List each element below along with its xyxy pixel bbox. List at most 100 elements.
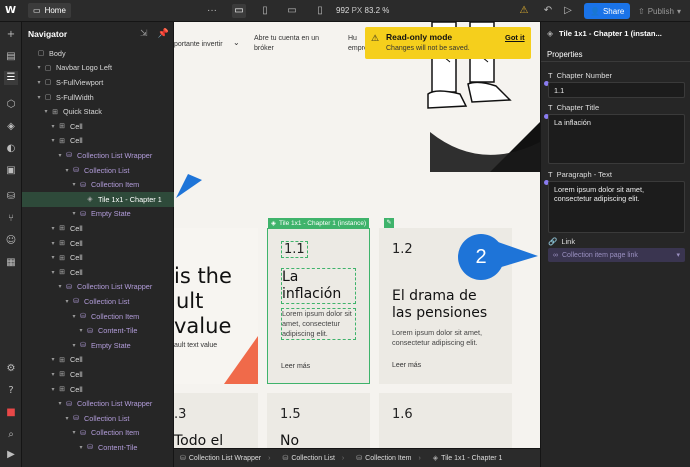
chapter-number-field[interactable]: 1.1 (548, 82, 685, 98)
chapter-tile-1-5[interactable]: 1.5 No (267, 393, 370, 448)
toast-dismiss-link[interactable]: Got it (505, 33, 525, 42)
apps-icon[interactable]: ▦ (4, 256, 18, 270)
chevron-down-icon[interactable]: ▾ (77, 444, 85, 451)
chevron-down-icon[interactable]: ▾ (49, 137, 57, 144)
navigator-item[interactable]: ▾ ⊞ Cell (22, 367, 174, 382)
video-icon[interactable]: ▶ (4, 448, 18, 462)
chevron-down-icon[interactable]: ▾ (56, 283, 64, 290)
warning-icon[interactable]: ⚠ (517, 4, 531, 18)
navigator-item[interactable]: ▾ ⛁ Collection List (22, 163, 174, 178)
chevron-down-icon[interactable]: ▾ (49, 225, 57, 232)
navigator-item[interactable]: ▾ ⊞ Quick Stack (22, 104, 174, 119)
preview-play-icon[interactable]: ▷ (561, 4, 575, 18)
breadcrumb-item[interactable]: ⛁ Collection Item › (350, 454, 427, 463)
navigator-item[interactable]: ▾ ⊞ Cell (22, 236, 174, 251)
navigator-item[interactable]: ▾ ⛁ Collection List (22, 294, 174, 309)
publish-button[interactable]: ⇧ Publish ▾ (633, 3, 686, 19)
read-more-link[interactable]: Leer más (281, 363, 310, 370)
chevron-down-icon[interactable]: ▾ (70, 181, 78, 188)
help-icon[interactable]: ? (4, 384, 18, 398)
chevron-down-icon[interactable]: ▾ (49, 254, 57, 261)
chapter-tile-1-1[interactable]: 1.1 La inflación Lorem ipsum dolor sit a… (267, 228, 370, 384)
nav-link-broker[interactable]: Abre tu cuenta en un bróker (254, 34, 319, 54)
navigator-item[interactable]: ▾ ⛁ Collection List Wrapper (22, 148, 174, 163)
components-icon[interactable]: ⬡ (4, 98, 18, 112)
chevron-down-icon[interactable]: ▾ (35, 64, 43, 71)
navigator-item[interactable]: ▾ ⛁ Collection Item (22, 177, 174, 192)
chapter-tile-1-3[interactable]: .3 Todo el (174, 393, 258, 448)
styles-icon[interactable]: ◈ (4, 120, 18, 134)
navigator-item[interactable]: ▾ ⊞ Cell (22, 134, 174, 149)
chevron-down-icon[interactable]: ▾ (42, 108, 50, 115)
chevron-down-icon[interactable]: ▾ (56, 400, 64, 407)
chevron-down-icon[interactable]: ▾ (49, 386, 57, 393)
mobile-portrait-breakpoint-icon[interactable]: ▯ (313, 4, 327, 18)
collapse-all-icon[interactable]: ⇲ (140, 28, 148, 38)
chevron-down-icon[interactable]: ▾ (49, 240, 57, 247)
chevron-down-icon[interactable]: ▾ (63, 298, 71, 305)
search-icon[interactable]: ⌕ (4, 428, 18, 442)
nav-link-invest[interactable]: portante invertir (174, 40, 223, 50)
paragraph-field[interactable]: Lorem ipsum dolor sit amet, consectetur … (548, 181, 685, 233)
cms-icon[interactable]: ⛁ (4, 190, 18, 204)
read-more-link[interactable]: Leer más (392, 362, 421, 369)
chevron-down-icon[interactable]: ▾ (63, 415, 71, 422)
navigator-item[interactable]: ▾ ⛁ Collection List Wrapper (22, 280, 174, 295)
tab-properties[interactable]: Properties (547, 50, 583, 59)
navigator-item[interactable]: ▾ ⊞ Cell (22, 265, 174, 280)
navigator-item[interactable]: ▾ ⊞ Cell (22, 119, 174, 134)
breadcrumb-item[interactable]: ◈ Tile 1x1 - Chapter 1 (427, 454, 509, 463)
navigator-item[interactable]: ▾ ⊞ Cell (22, 382, 174, 397)
navigator-icon[interactable]: ☰ (4, 71, 18, 85)
logic-icon[interactable]: ⑂ (4, 212, 18, 226)
chevron-down-icon[interactable]: ▾ (63, 167, 71, 174)
assets-icon[interactable]: ▣ (4, 164, 18, 178)
add-elements-icon[interactable]: + (4, 28, 18, 42)
navigator-item[interactable]: ▾ ⛁ Collection Item (22, 309, 174, 324)
chevron-down-icon[interactable]: ▾ (35, 94, 43, 101)
navigator-item[interactable]: ▾ ⛁ Empty State (22, 338, 174, 353)
chevron-down-icon[interactable]: ▾ (70, 210, 78, 217)
navigator-item[interactable]: ◈ Tile 1x1 - Chapter 1 (22, 192, 174, 207)
pages-icon[interactable]: ▤ (4, 50, 18, 64)
chevron-down-icon[interactable]: ▾ (77, 327, 85, 334)
chevron-down-icon[interactable]: ▾ (49, 123, 57, 130)
navigator-item[interactable]: ▾ ▢ S-FullViewport (22, 75, 174, 90)
desktop-breakpoint-icon[interactable]: ▭ (232, 4, 246, 18)
variables-icon[interactable]: ◐ (4, 142, 18, 156)
navigator-item[interactable]: ▾ ⛁ Content-Tile (22, 440, 174, 455)
link-field[interactable]: ∞ Collection item page link ▾ (548, 248, 685, 262)
chevron-down-icon[interactable]: ▾ (49, 371, 57, 378)
navigator-item[interactable]: ▾ ⛁ Collection List Wrapper (22, 396, 174, 411)
navigator-item[interactable]: ▾ ⊞ Cell (22, 250, 174, 265)
navigator-item[interactable]: ▾ ⛁ Empty State (22, 207, 174, 222)
chevron-down-icon[interactable]: ▾ (70, 342, 78, 349)
page-selector-button[interactable]: ▭ Home (28, 3, 71, 18)
pin-icon[interactable]: 📌 (158, 28, 169, 38)
navigator-item[interactable]: ▾ ▢ Navbar Logo Left (22, 61, 174, 76)
chevron-down-icon[interactable]: ▾ (70, 429, 78, 436)
more-options-icon[interactable]: ··· (205, 4, 219, 18)
users-icon[interactable]: ☺ (4, 234, 18, 248)
share-button[interactable]: 👤 Share (584, 3, 631, 19)
tablet-breakpoint-icon[interactable]: ▯ (258, 4, 272, 18)
chevron-down-icon[interactable]: ▾ (56, 152, 64, 159)
breadcrumb-item[interactable]: ⛁ Collection List › (276, 454, 350, 463)
chevron-down-icon[interactable]: ▾ (49, 356, 57, 363)
chapter-tile-1-6[interactable]: 1.6 (379, 393, 512, 448)
navigator-item[interactable]: ▾ ⊞ Cell (22, 221, 174, 236)
navigator-item[interactable]: ▾ ⊞ Cell (22, 353, 174, 368)
chapter-title-field[interactable]: La inflación (548, 114, 685, 164)
navigator-item[interactable]: ▾ ⛁ Collection Item (22, 426, 174, 441)
mobile-landscape-breakpoint-icon[interactable]: ▭ (285, 4, 299, 18)
webflow-logo-icon[interactable]: W (5, 5, 19, 17)
undo-icon[interactable]: ↶ (541, 4, 555, 18)
chevron-down-icon[interactable]: ▾ (70, 313, 78, 320)
record-icon[interactable]: ■ (4, 406, 18, 420)
settings-icon[interactable]: ⚙ (4, 362, 18, 376)
navigator-item[interactable]: ▾ ⛁ Collection List (22, 411, 174, 426)
navigator-item[interactable]: ▾ ⛁ Content-Tile (22, 323, 174, 338)
chevron-down-icon[interactable]: ▾ (35, 79, 43, 86)
edit-component-icon[interactable]: ✎ (384, 218, 394, 228)
chevron-down-icon[interactable]: ▾ (49, 269, 57, 276)
